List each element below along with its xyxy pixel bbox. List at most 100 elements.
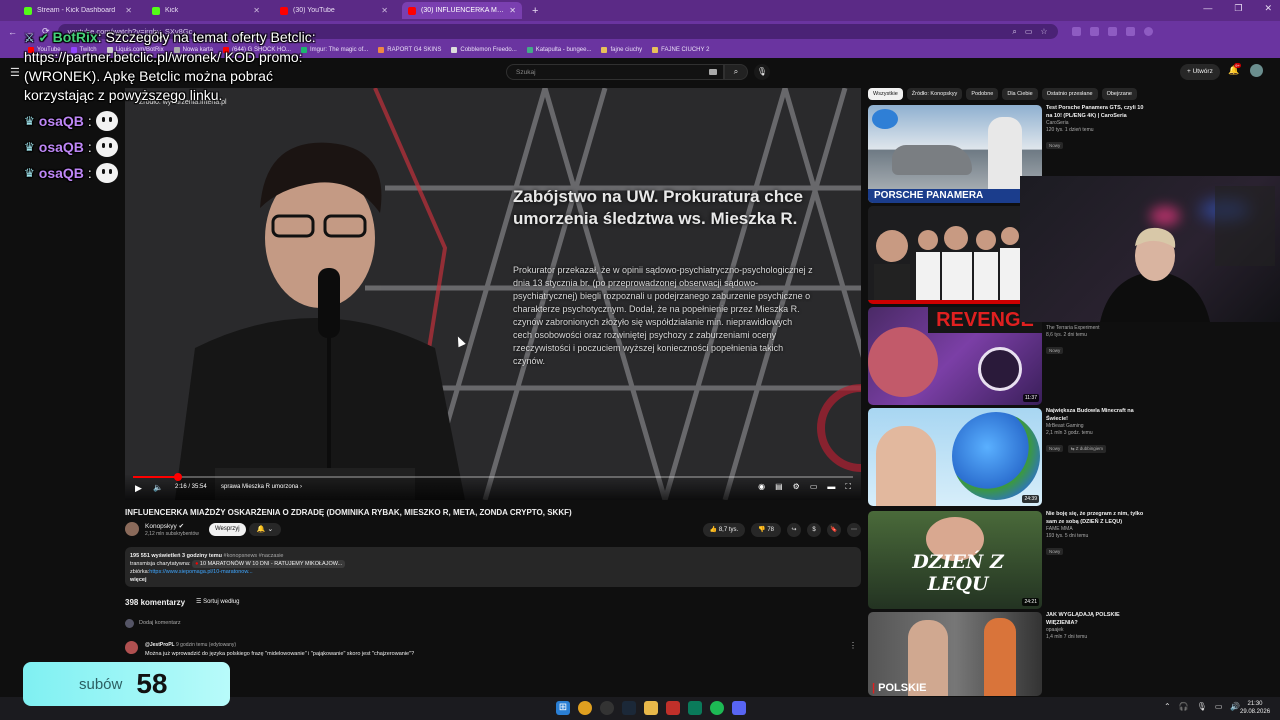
headset-icon[interactable]: 🎧 [1179,702,1189,711]
browser-tab[interactable]: (30) YouTube ✕ [274,2,394,19]
search-input[interactable]: Szukaj [506,64,724,80]
comment-author[interactable]: @JestProPL [145,642,175,648]
browser-tab[interactable]: Stream - Kick Dashboard ✕ [18,2,138,19]
more-actions-button[interactable]: ⋯ [847,523,861,537]
file-explorer-icon[interactable] [644,701,658,715]
speaker-icon[interactable]: 🔊 [1230,702,1240,711]
app-icon[interactable] [666,701,680,715]
recommended-video[interactable]: | POLSKIE JAK WYGLĄDAJĄ POLSKIE WIĘZIENI… [868,612,1148,696]
recommended-video[interactable]: DZIEŃ Z LEQU 24:21 Nie boję się, że prze… [868,511,1148,609]
video-thumbnail[interactable]: 24:39 [868,408,1042,506]
video-thumbnail[interactable]: PORSCHE PANAMERA [868,105,1042,203]
keyboard-icon[interactable] [709,69,717,75]
app-icon[interactable] [688,701,702,715]
filter-chip[interactable]: Źródło: Konopskyy [906,88,963,100]
channel-name[interactable]: MrBeast Gaming [1046,423,1146,430]
close-icon[interactable]: ✕ [253,6,260,15]
extension-icon[interactable] [1071,27,1081,36]
autoplay-toggle[interactable]: ◉ [758,482,765,492]
show-more[interactable]: więcej [130,576,856,584]
filter-chip[interactable]: Obejrzane [1101,88,1137,100]
browser-tab[interactable]: Kick ✕ [146,2,266,19]
video-thumbnail[interactable]: DZIEŃ Z LEQU 24:21 [868,511,1042,609]
notifications-button[interactable]: 🔔 9+ [1228,63,1241,76]
commenter-avatar[interactable] [125,641,138,654]
hamburger-menu-icon[interactable]: ☰ [10,66,20,79]
video-thumbnail[interactable]: | POLSKIE [868,612,1042,696]
filter-chip[interactable]: Podobne [966,88,999,100]
miniplayer-icon[interactable]: ▭ [810,482,818,492]
obs-icon[interactable] [600,701,614,715]
discord-icon[interactable] [732,701,746,715]
back-icon[interactable]: ← [8,27,17,37]
profile-icon[interactable] [1143,27,1153,36]
channel-name[interactable]: FAME MMA [1046,526,1146,533]
close-icon[interactable]: ✕ [381,6,388,15]
progress-bar[interactable] [133,473,853,481]
channel-name[interactable]: CaroSeria [1046,120,1146,127]
subtitles-icon[interactable]: ▤ [775,482,783,492]
taskbar-clock[interactable]: 21:30 29.08.2026 [1240,700,1270,716]
extension-icon[interactable] [1089,27,1099,36]
fullscreen-icon[interactable]: ⛶ [845,482,851,492]
save-button[interactable]: 🔖 [827,523,841,537]
channel-name[interactable]: Konopskyy ✔ [145,522,184,530]
video-thumbnail[interactable] [868,206,1042,304]
maximize-button[interactable]: ❐ [1234,3,1242,14]
create-button[interactable]: + Utwórz [1180,64,1220,80]
minimize-button[interactable]: — [1203,3,1212,14]
zoom-icon[interactable]: ⌕ [1012,27,1016,37]
bookmark-folder[interactable]: fajne ciuchy [601,47,642,53]
voice-search-button[interactable]: 🎙 [754,64,770,80]
sort-button[interactable]: ☰ Sortuj według [196,598,239,605]
bookmark[interactable]: Katapulta - bungee... [526,47,591,53]
bookmark-folder[interactable]: FAJNE CIUCHY 2 [652,47,709,53]
spotify-icon[interactable] [710,701,724,715]
settings-gear-icon[interactable]: ⚙ [793,482,800,492]
comment-more-icon[interactable]: ⋮ [849,641,857,650]
chapter-title[interactable]: sprawa Mieszka R umorzona › [221,484,302,490]
filter-chip[interactable]: Ostatnio przesłane [1041,88,1098,100]
monitor-icon[interactable]: ▭ [1215,702,1223,711]
filter-chip[interactable]: Dla Ciebie [1002,88,1038,100]
tray-chevron-icon[interactable]: ⌃ [1164,702,1171,711]
thanks-button[interactable]: $ [807,523,821,537]
video-description[interactable]: 195 551 wyświetleń 3 godziny temu #konop… [125,547,861,587]
channel-avatar[interactable] [125,522,139,536]
recommended-video[interactable]: 24:39 Największa Budowla Minecraft na Św… [868,408,1148,506]
add-comment[interactable]: Dodaj komentarz [125,618,861,630]
account-avatar[interactable] [1250,64,1263,77]
extension-icon[interactable] [1125,27,1135,36]
search-button[interactable]: ⌕ [724,64,748,80]
extension-icon[interactable] [1107,27,1117,36]
chrome-icon[interactable] [578,701,592,715]
windows-start-icon[interactable]: ⊞ [556,701,570,715]
new-tab-button[interactable]: + [532,5,538,17]
like-button[interactable]: 👍 8,7 tys. [702,523,746,537]
theater-mode-icon[interactable]: ▬ [827,482,835,492]
filter-chip[interactable]: Wszystkie [868,88,903,100]
support-button[interactable]: Wesprzyj [209,523,246,536]
dislike-button[interactable]: 👎 78 [751,523,781,537]
microphone-icon[interactable]: 🎙 [1197,702,1207,711]
video-thumbnail[interactable]: REVENGE 11:37 [868,307,1042,405]
bookmark-star-icon[interactable]: ☆ [1040,27,1047,37]
browser-tab-active[interactable]: (30) INFLUENCERKA MIAŻD ✕ [402,2,522,19]
volume-icon[interactable]: 🔈 [153,483,163,492]
bookmark[interactable]: RAPORT G4 SKINS [378,47,441,53]
cast-icon[interactable]: ▭ [1025,27,1033,37]
bookmark[interactable]: Cobblemon Freedo... [451,47,517,53]
fundraiser-link[interactable]: https://www.siepomaga.pl/10-maratonow... [149,569,252,575]
share-button[interactable]: ↪ [787,523,801,537]
scrubber-handle[interactable] [174,473,183,481]
close-icon[interactable]: ✕ [509,6,516,15]
close-window-button[interactable]: ✕ [1264,3,1272,14]
steam-icon[interactable] [622,701,636,715]
channel-name[interactable]: opaajek [1046,627,1146,634]
hashtags[interactable]: #konopsnews #naczasie [224,553,284,559]
close-icon[interactable]: ✕ [125,6,132,15]
channel-name[interactable]: The Terraria Experiment [1046,325,1146,332]
subscription-bell-button[interactable]: 🔔 ⌄ [249,523,281,536]
play-icon[interactable]: ▶ [135,483,142,494]
charity-link[interactable]: ● 10 MARATONÓW W 10 DNI - RATUJEMY MIKOŁ… [192,560,346,568]
